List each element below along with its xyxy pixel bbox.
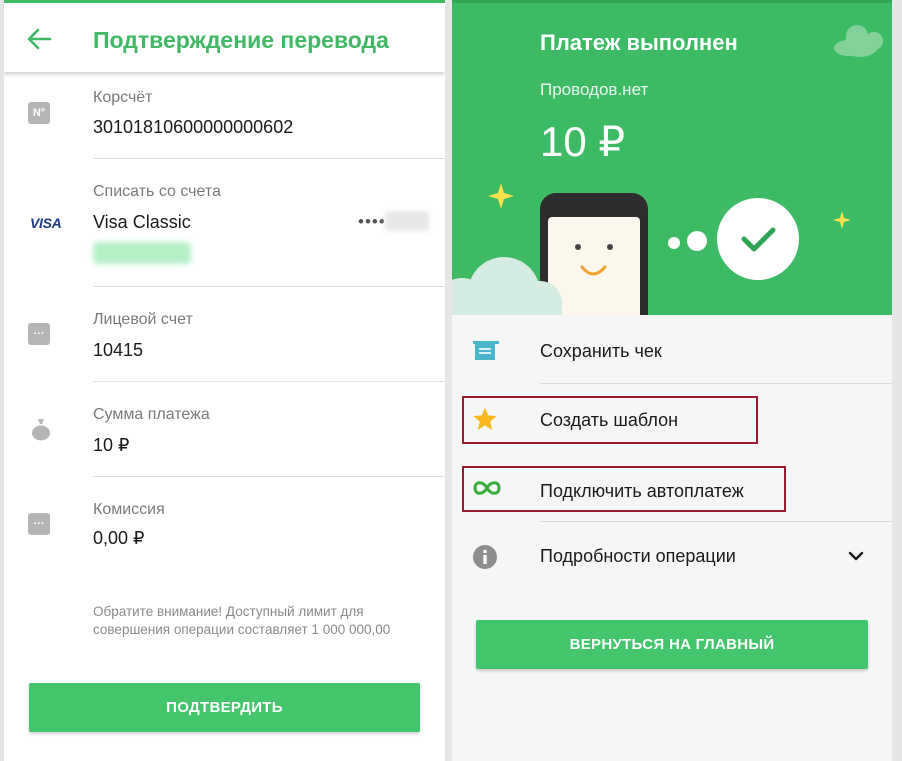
menu-item-label: Подробности операции bbox=[540, 546, 736, 566]
success-title: Платеж выполнен bbox=[540, 30, 738, 55]
field-personal-account: ··· Лицевой счет 10415 bbox=[4, 286, 445, 382]
field-value: 30101810600000000602 bbox=[93, 117, 294, 137]
divider bbox=[540, 383, 892, 384]
success-banner: Платеж выполнен Проводов.нет 10 ₽ bbox=[452, 0, 892, 315]
confirm-button[interactable]: ПОДТВЕРДИТЬ bbox=[29, 683, 420, 732]
dots-icon: ··· bbox=[28, 323, 50, 345]
field-commission: ··· Комиссия 0,00 ₽ bbox=[4, 476, 445, 571]
chevron-down-icon[interactable] bbox=[848, 550, 864, 562]
menu-item-label: Сохранить чек bbox=[540, 341, 662, 361]
highlight-box bbox=[462, 396, 758, 444]
field-label: Корсчёт bbox=[93, 89, 153, 106]
visa-logo: VISA bbox=[30, 215, 62, 231]
payment-success-screen: Платеж выполнен Проводов.нет 10 ₽ Сохран… bbox=[452, 0, 892, 761]
info-icon bbox=[473, 545, 497, 569]
field-label: Лицевой счет bbox=[93, 311, 193, 328]
arrow-left-icon[interactable] bbox=[26, 27, 52, 51]
card-balance-hidden bbox=[93, 242, 191, 264]
operation-details-item[interactable]: Подробности операции bbox=[452, 522, 892, 590]
confirm-transfer-screen: Подтверждение перевода N° Корсчёт 301018… bbox=[4, 0, 445, 761]
sparkle-icon bbox=[488, 183, 514, 209]
field-label: Комиссия bbox=[93, 501, 165, 518]
field-payment-amount: Сумма платежа 10 ₽ bbox=[4, 381, 445, 477]
save-receipt-item[interactable]: Сохранить чек bbox=[452, 318, 892, 384]
cloud-icon bbox=[834, 25, 883, 57]
dots-icon: ··· bbox=[28, 513, 50, 535]
app-header: Подтверждение перевода bbox=[4, 0, 445, 72]
field-value: 10 ₽ bbox=[93, 435, 130, 455]
field-label: Списать со счета bbox=[93, 183, 221, 200]
highlight-box bbox=[462, 466, 786, 512]
sparkle-icon bbox=[833, 211, 851, 229]
receipt-icon bbox=[473, 341, 499, 360]
payment-amount: 10 ₽ bbox=[540, 118, 626, 165]
field-value: 0,00 ₽ bbox=[93, 528, 145, 548]
recipient-name: Проводов.нет bbox=[540, 80, 649, 99]
card-number-mask: •••• bbox=[358, 212, 386, 231]
limit-notice: Обратите внимание! Доступный лимит для с… bbox=[93, 604, 391, 637]
check-circle-icon bbox=[717, 198, 799, 280]
number-icon: N° bbox=[28, 102, 50, 124]
card-digits-hidden bbox=[385, 211, 429, 231]
field-correspondent-account: N° Корсчёт 30101810600000000602 bbox=[4, 72, 445, 159]
return-home-button[interactable]: ВЕРНУТЬСЯ НА ГЛАВНЫЙ bbox=[476, 620, 868, 669]
field-label: Сумма платежа bbox=[93, 406, 210, 423]
page-title: Подтверждение перевода bbox=[93, 27, 389, 53]
field-value: 10415 bbox=[93, 340, 144, 360]
field-debit-account[interactable]: VISA Списать со счета Visa Classic •••• bbox=[4, 158, 445, 287]
field-value: Visa Classic bbox=[93, 212, 191, 232]
money-bag-icon bbox=[32, 419, 50, 441]
